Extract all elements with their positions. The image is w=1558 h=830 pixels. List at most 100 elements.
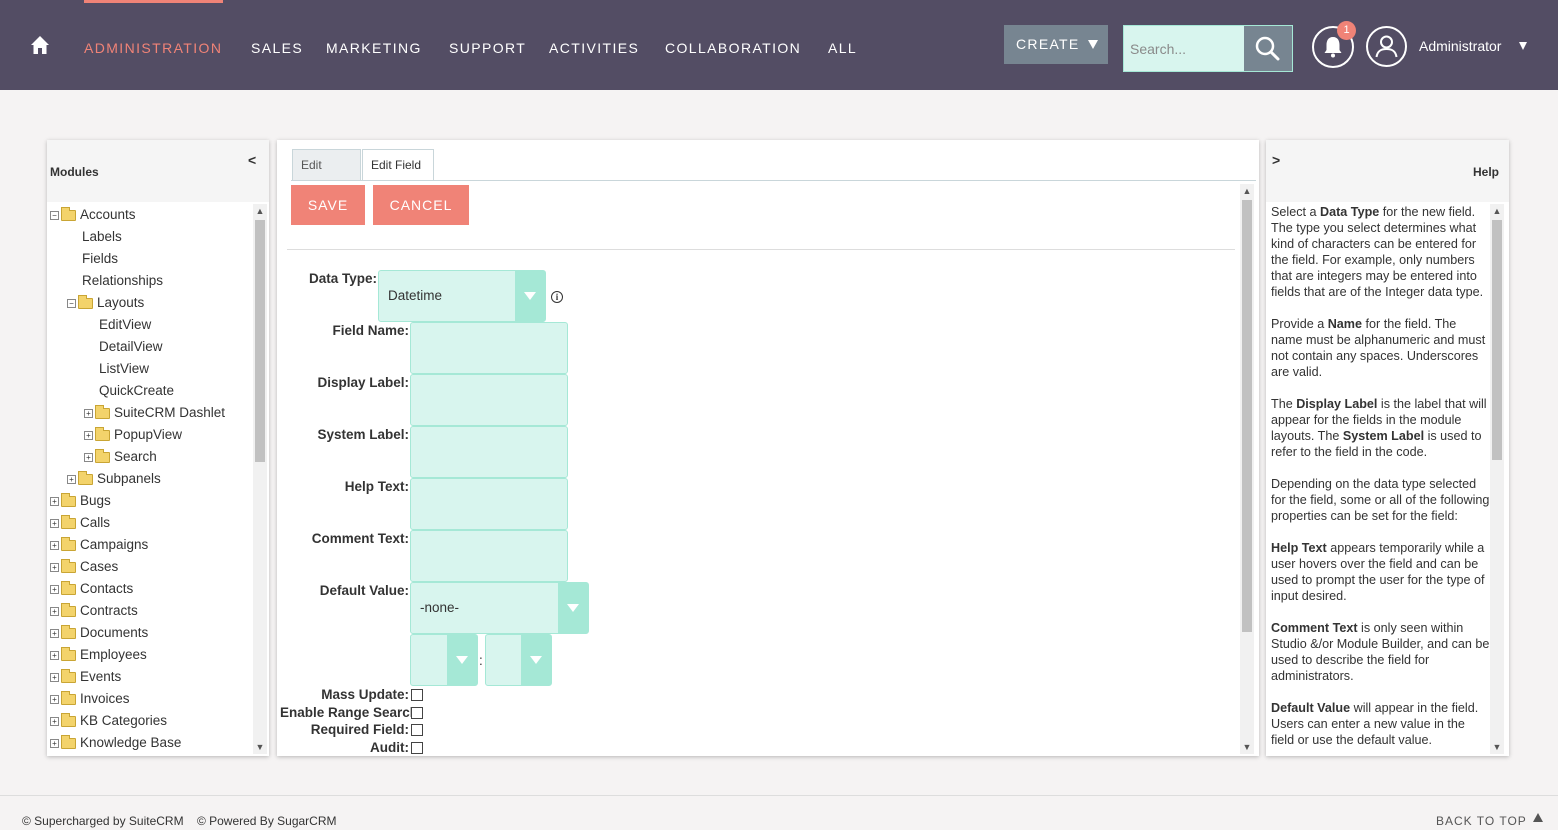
- tree-item-kb-categories[interactable]: + KB Categories: [50, 710, 167, 732]
- tree-item-documents[interactable]: + Documents: [50, 622, 148, 644]
- audit-checkbox[interactable]: [411, 742, 423, 754]
- edit-field-scrollbar[interactable]: ▲ ▼: [1240, 184, 1254, 754]
- tree-item-subpanels[interactable]: + Subpanels: [67, 468, 161, 490]
- field-name-input[interactable]: [410, 322, 568, 374]
- help-scrollbar-thumb[interactable]: [1492, 220, 1502, 460]
- default-value-select[interactable]: -none-: [410, 582, 589, 634]
- expand-icon[interactable]: +: [67, 474, 76, 484]
- collapse-icon[interactable]: −: [67, 298, 76, 308]
- tree-item-campaigns[interactable]: + Campaigns: [50, 534, 148, 556]
- required-field-checkbox[interactable]: [411, 724, 423, 736]
- info-icon[interactable]: i: [551, 291, 563, 303]
- mass-update-checkbox[interactable]: [411, 689, 423, 701]
- system-label-input[interactable]: [410, 426, 568, 478]
- collapse-left-panel-icon[interactable]: <: [248, 152, 256, 168]
- tree-item-suitecrm-dashlet[interactable]: + SuiteCRM Dashlet: [84, 402, 225, 424]
- expand-icon[interactable]: +: [50, 562, 59, 572]
- help-paragraph: Depending on the data type selected for …: [1271, 476, 1491, 524]
- modules-scrollbar-thumb[interactable]: [255, 220, 265, 462]
- tab-edit-fields[interactable]: Edit Fields: [292, 149, 361, 202]
- scroll-up-icon[interactable]: ▲: [253, 206, 267, 216]
- tree-item-knowledge-base[interactable]: + Knowledge Base: [50, 732, 181, 754]
- tree-item-label: PopupView: [114, 427, 183, 442]
- expand-icon[interactable]: +: [50, 518, 59, 528]
- nav-administration[interactable]: ADMINISTRATION: [84, 40, 222, 56]
- tree-item-quickcreate[interactable]: QuickCreate: [99, 380, 174, 402]
- nav-activities[interactable]: ACTIVITIES: [549, 40, 639, 56]
- scroll-down-icon[interactable]: ▼: [1240, 742, 1254, 752]
- tree-item-listview[interactable]: ListView: [99, 358, 149, 380]
- powered-by-link[interactable]: © Powered By SugarCRM: [197, 814, 337, 828]
- tab-edit-field-label: Edit Field: [371, 158, 422, 172]
- nav-support[interactable]: SUPPORT: [449, 40, 526, 56]
- modules-panel-header: Modules <: [47, 140, 269, 202]
- nav-all[interactable]: ALL: [828, 40, 857, 56]
- search-button[interactable]: [1244, 26, 1292, 71]
- nav-sales[interactable]: SALES: [251, 40, 303, 56]
- user-name[interactable]: Administrator: [1419, 38, 1501, 54]
- expand-icon[interactable]: +: [50, 584, 59, 594]
- expand-icon[interactable]: +: [50, 606, 59, 616]
- edit-field-scrollbar-thumb[interactable]: [1242, 200, 1252, 632]
- tree-item-fields[interactable]: Fields: [82, 248, 118, 270]
- expand-icon[interactable]: +: [50, 628, 59, 638]
- default-hours-select[interactable]: [410, 634, 478, 686]
- scroll-up-icon[interactable]: ▲: [1490, 206, 1504, 216]
- tree-item-events[interactable]: + Events: [50, 666, 121, 688]
- tree-item-relationships[interactable]: Relationships: [82, 270, 163, 292]
- expand-icon[interactable]: +: [84, 430, 93, 440]
- tree-item-label: Layouts: [97, 295, 145, 310]
- tab-edit-field[interactable]: Edit Field×: [362, 149, 434, 202]
- data-type-select[interactable]: Datetime: [378, 270, 546, 322]
- tree-item-editview[interactable]: EditView: [99, 314, 151, 336]
- nav-marketing[interactable]: MARKETING: [326, 40, 422, 56]
- expand-icon[interactable]: +: [50, 694, 59, 704]
- scroll-down-icon[interactable]: ▼: [253, 742, 267, 752]
- expand-icon[interactable]: +: [50, 650, 59, 660]
- help-paragraph: Comment Text is only seen within Studio …: [1271, 620, 1491, 684]
- tree-item-layouts[interactable]: − Layouts: [67, 292, 144, 314]
- expand-icon[interactable]: +: [50, 672, 59, 682]
- modules-scrollbar[interactable]: ▲ ▼: [253, 204, 267, 754]
- display-label-input[interactable]: [410, 374, 568, 426]
- create-button[interactable]: CREATE: [1004, 25, 1108, 64]
- tree-item-popupview[interactable]: + PopupView: [84, 424, 182, 446]
- user-menu-chevron-icon[interactable]: [1519, 42, 1527, 50]
- save-button[interactable]: SAVE: [291, 185, 365, 225]
- footer-credits: © Supercharged by SuiteCRM © Powered By …: [22, 814, 347, 828]
- search-input[interactable]: [1124, 26, 1244, 71]
- back-to-top-link[interactable]: BACK TO TOP: [1436, 814, 1527, 828]
- scroll-down-icon[interactable]: ▼: [1490, 742, 1504, 752]
- tree-item-bugs[interactable]: + Bugs: [50, 490, 111, 512]
- help-scrollbar[interactable]: ▲ ▼: [1490, 204, 1504, 754]
- expand-icon[interactable]: +: [50, 738, 59, 748]
- tree-item-contacts[interactable]: + Contacts: [50, 578, 133, 600]
- expand-right-panel-icon[interactable]: >: [1272, 152, 1280, 168]
- expand-icon[interactable]: +: [50, 540, 59, 550]
- enable-range-search-checkbox[interactable]: [411, 707, 423, 719]
- collapse-icon[interactable]: −: [50, 210, 59, 220]
- help-text-input[interactable]: [410, 478, 568, 530]
- tree-item-detailview[interactable]: DetailView: [99, 336, 163, 358]
- tree-item-cases[interactable]: + Cases: [50, 556, 118, 578]
- default-minutes-select[interactable]: [485, 634, 552, 686]
- tree-item-search[interactable]: + Search: [84, 446, 157, 468]
- tree-item-employees[interactable]: + Employees: [50, 644, 147, 666]
- user-avatar[interactable]: [1366, 26, 1407, 67]
- scroll-up-icon[interactable]: ▲: [1240, 186, 1254, 196]
- expand-icon[interactable]: +: [84, 452, 93, 462]
- tree-item-labels[interactable]: Labels: [82, 226, 122, 248]
- supercharged-by-link[interactable]: © Supercharged by SuiteCRM: [22, 814, 184, 828]
- tree-item-accounts[interactable]: − Accounts: [50, 204, 136, 226]
- arrow-up-icon[interactable]: [1533, 813, 1543, 822]
- cancel-button[interactable]: CANCEL: [373, 185, 469, 225]
- tree-item-invoices[interactable]: + Invoices: [50, 688, 130, 710]
- home-icon[interactable]: [30, 35, 50, 55]
- tree-item-calls[interactable]: + Calls: [50, 512, 110, 534]
- comment-text-input[interactable]: [410, 530, 568, 582]
- nav-collaboration[interactable]: COLLABORATION: [665, 40, 801, 56]
- expand-icon[interactable]: +: [50, 496, 59, 506]
- expand-icon[interactable]: +: [50, 716, 59, 726]
- tree-item-contracts[interactable]: + Contracts: [50, 600, 138, 622]
- expand-icon[interactable]: +: [84, 408, 93, 418]
